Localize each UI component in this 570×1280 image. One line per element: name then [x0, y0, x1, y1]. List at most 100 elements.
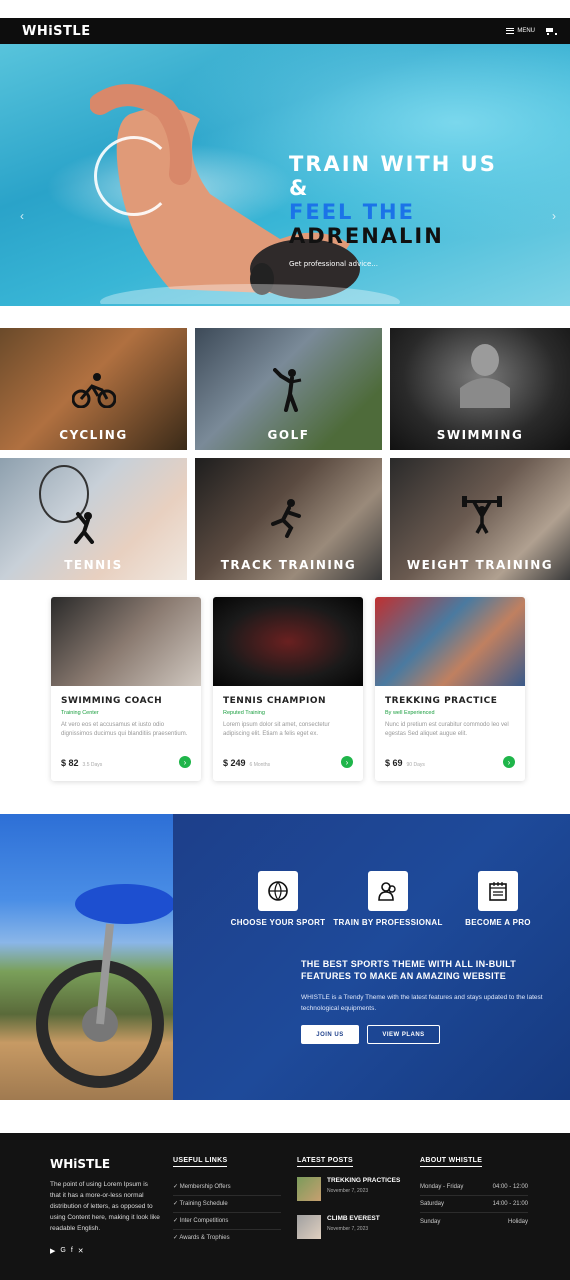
hours-time: 14:00 - 21:00: [492, 1201, 528, 1207]
feature-train-professional: TRAIN BY PROFESSIONAL: [333, 871, 443, 928]
feature-become-pro: BECOME A PRO: [443, 871, 553, 928]
dirtbike-image: [0, 814, 173, 1100]
course-card[interactable]: TENNIS CHAMPION Reputed Training Lorem i…: [213, 597, 363, 781]
course-desc: At vero eos et accusamus et iusto odio d…: [61, 722, 188, 737]
top-navbar: WHiSTLE MENU: [0, 18, 570, 44]
users-icon: [368, 871, 408, 911]
hours-row: Saturday 14:00 - 21:00: [420, 1196, 528, 1213]
latest-post[interactable]: CLIMB EVEREST November 7, 2023: [297, 1215, 407, 1239]
calendar-icon: [478, 871, 518, 911]
arrow-right-icon[interactable]: ›: [503, 756, 515, 768]
footer-about: The point of using Lorem Ipsum is that i…: [50, 1181, 160, 1232]
hero-line-1: TRAIN WITH US: [289, 152, 497, 176]
sport-label: SWIMMING: [436, 428, 524, 442]
hamburger-icon: [506, 28, 515, 34]
course-card[interactable]: TREKKING PRACTICE By well Experienced Nu…: [375, 597, 525, 781]
hours-day: Saturday: [420, 1201, 445, 1207]
about-whistle-title: ABOUT WHISTLE: [420, 1157, 483, 1167]
course-image: [375, 597, 525, 686]
feature-label: BECOME A PRO: [465, 918, 531, 927]
view-plans-button[interactable]: VIEW PLANS: [367, 1025, 440, 1044]
course-price: $ 82: [61, 758, 79, 768]
footer-link[interactable]: ✓ Training Schedule: [173, 1196, 281, 1213]
feature-choose-sport: CHOOSE YOUR SPORT: [223, 871, 333, 928]
course-price: $ 249: [223, 758, 246, 768]
footer-logo[interactable]: WHiSTLE: [50, 1157, 110, 1171]
site-footer: WHiSTLE The point of using Lorem Ipsum i…: [0, 1133, 570, 1280]
course-desc: Lorem ipsum dolor sit amet, consectetur …: [223, 722, 330, 737]
hero-subtitle: Get professional advice...: [289, 260, 378, 268]
hero-line-2: &: [289, 176, 310, 200]
course-subtitle: By well Experienced: [385, 710, 435, 716]
sport-label: WEIGHT TRAINING: [406, 558, 554, 572]
facebook-icon[interactable]: f: [71, 1247, 73, 1255]
course-price: $ 69: [385, 758, 403, 768]
feature-label: CHOOSE YOUR SPORT: [230, 918, 326, 927]
promo-section: CHOOSE YOUR SPORT TRAIN BY PROFESSIONAL …: [0, 814, 570, 1100]
site-logo[interactable]: WHiSTLE: [22, 24, 91, 39]
course-subtitle: Training Center: [61, 710, 99, 716]
footer-link[interactable]: ✓ Membership Offers: [173, 1179, 281, 1196]
latest-posts-title: LATEST POSTS: [297, 1157, 353, 1167]
course-cards: SWIMMING COACH Training Center At vero e…: [0, 580, 570, 781]
course-period: 6 Months: [249, 762, 271, 768]
course-title: SWIMMING COACH: [61, 696, 163, 706]
course-desc: Nunc id pretium est curabitur commodo le…: [385, 722, 509, 737]
post-thumbnail: [297, 1215, 321, 1239]
hours-row: Monday - Friday 04:00 - 12:00: [420, 1179, 528, 1196]
promo-description: WHISTLE is a Trendy Theme with the lates…: [301, 994, 543, 1012]
useful-links-title: USEFUL LINKS: [173, 1157, 228, 1167]
menu-button[interactable]: MENU: [506, 28, 535, 34]
post-date: November 7, 2023: [327, 1226, 369, 1232]
sport-tile-cycling[interactable]: CYCLING: [0, 328, 187, 450]
post-title: CLIMB EVEREST: [327, 1215, 380, 1222]
join-us-button[interactable]: JOIN US: [301, 1025, 359, 1044]
post-title: TREKKING PRACTICES: [327, 1177, 401, 1184]
cycling-icon: [72, 373, 116, 408]
tennis-racket-icon: [39, 465, 94, 544]
footer-link[interactable]: ✓ Awards & Trophies: [173, 1230, 281, 1247]
course-period: 90 Days: [406, 762, 425, 768]
course-period: 3.5 Days: [82, 762, 103, 768]
golf-icon: [273, 368, 302, 412]
sport-tile-swimming[interactable]: SWIMMING: [390, 328, 570, 450]
running-icon: [271, 499, 301, 538]
prev-slide-icon[interactable]: ‹: [20, 209, 24, 223]
next-slide-icon[interactable]: ›: [552, 209, 556, 223]
sport-label: CYCLING: [59, 428, 128, 442]
latest-post[interactable]: TREKKING PRACTICES November 7, 2023: [297, 1177, 407, 1201]
course-title: TREKKING PRACTICE: [385, 696, 498, 706]
hours-row: Sunday Holiday: [420, 1213, 528, 1230]
google-icon[interactable]: G: [60, 1247, 65, 1255]
promo-heading: THE BEST SPORTS THEME WITH ALL IN-BUILT …: [301, 959, 517, 981]
youtube-icon[interactable]: ▶: [50, 1247, 55, 1255]
promo-panel: CHOOSE YOUR SPORT TRAIN BY PROFESSIONAL …: [173, 814, 570, 1100]
course-image: [51, 597, 201, 686]
splash-ring: [94, 136, 174, 216]
course-image: [213, 597, 363, 686]
course-card[interactable]: SWIMMING COACH Training Center At vero e…: [51, 597, 201, 781]
hours-day: Sunday: [420, 1218, 441, 1225]
hours-time: 04:00 - 12:00: [492, 1184, 528, 1190]
sport-tile-tennis[interactable]: TENNIS: [0, 458, 187, 580]
course-subtitle: Reputed Training: [223, 710, 265, 716]
hero-heading: TRAIN WITH US & FEEL THE ADRENALIN Get p…: [289, 152, 497, 276]
x-icon[interactable]: ✕: [78, 1247, 84, 1255]
sport-label: TENNIS: [64, 558, 123, 572]
cart-icon[interactable]: [545, 27, 557, 35]
sport-tile-golf[interactable]: GOLF: [195, 328, 382, 450]
hero-banner: ‹ › TRAIN WITH US & FEEL THE ADRENALIN G…: [0, 44, 570, 306]
footer-link[interactable]: ✓ Inter Competitions: [173, 1213, 281, 1230]
ball-icon: [258, 871, 298, 911]
arrow-right-icon[interactable]: ›: [179, 756, 191, 768]
arrow-right-icon[interactable]: ›: [341, 756, 353, 768]
sport-tile-weight-training[interactable]: WEIGHT TRAINING: [390, 458, 570, 580]
sport-label: TRACK TRAINING: [220, 558, 357, 572]
hero-line-3: FEEL THE: [289, 200, 415, 224]
sport-tile-track-training[interactable]: TRACK TRAINING: [195, 458, 382, 580]
hero-line-4: ADRENALIN: [289, 224, 444, 248]
opening-hours: Monday - Friday 04:00 - 12:00 Saturday 14:…: [420, 1179, 528, 1230]
dirtbike-illustration: [36, 884, 173, 1088]
post-date: November 7, 2023: [327, 1188, 369, 1194]
useful-links-list: ✓ Membership Offers ✓ Training Schedule …: [173, 1179, 281, 1247]
